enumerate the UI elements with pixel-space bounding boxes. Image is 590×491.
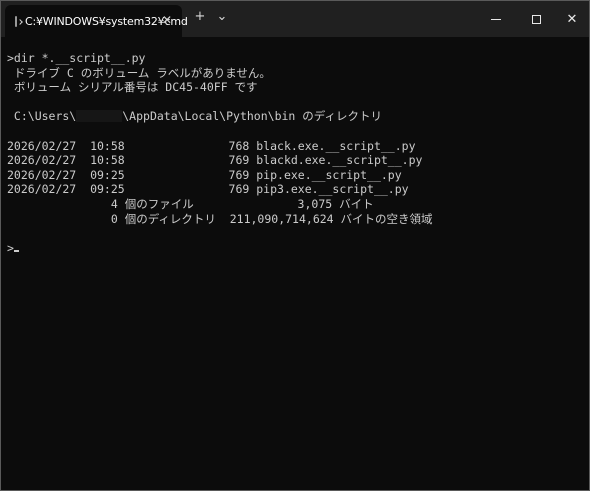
close-icon: ✕ bbox=[566, 11, 578, 27]
close-button[interactable]: ✕ bbox=[553, 1, 589, 37]
serial-number-line: ボリューム シリアル番号は DC45-40FF です bbox=[7, 80, 258, 95]
maximize-icon bbox=[531, 14, 541, 24]
new-tab-button[interactable]: + bbox=[190, 9, 210, 25]
file-row: 2026/02/27 10:58 768 black.exe.__script_… bbox=[7, 138, 416, 153]
chevron-down-icon[interactable]: ⌄ bbox=[212, 9, 232, 25]
file-row: 2026/02/27 09:25 769 pip3.exe.__script__… bbox=[7, 182, 409, 197]
minimize-button[interactable] bbox=[477, 1, 515, 37]
terminal-output[interactable]: >dir *.__script__.py ドライブ C のボリューム ラベルがあ… bbox=[7, 51, 585, 486]
directory-line: C:\Users\ \AppData\Local\Python\bin のディレク… bbox=[7, 109, 585, 124]
command-line: >dir *.__script__.py bbox=[7, 51, 146, 65]
file-summary: 4 個のファイル 3,075 バイト bbox=[7, 196, 374, 211]
terminal-window: C:¥WINDOWS¥system32¥cmd ✕ + ⌄ ✕ >dir *._… bbox=[0, 0, 590, 491]
prompt: > bbox=[7, 240, 14, 255]
minimize-icon bbox=[491, 18, 501, 20]
title-bar[interactable]: C:¥WINDOWS¥system32¥cmd ✕ + ⌄ ✕ bbox=[1, 1, 589, 37]
dir-summary: 0 個のディレクトリ 211,090,714,624 バイトの空き領域 bbox=[7, 211, 433, 226]
directory-prefix: C:\Users\ bbox=[7, 109, 77, 124]
tab-close-icon[interactable]: ✕ bbox=[162, 14, 172, 26]
prompt-line[interactable]: > bbox=[7, 241, 585, 256]
file-row: 2026/02/27 10:58 769 blackd.exe.__script… bbox=[7, 153, 423, 168]
text-cursor bbox=[13, 249, 19, 252]
directory-suffix: \AppData\Local\Python\bin のディレクトリ bbox=[122, 109, 382, 124]
file-row: 2026/02/27 09:25 769 pip.exe.__script__.… bbox=[7, 167, 402, 182]
volume-label-line: ドライブ C のボリューム ラベルがありません。 bbox=[7, 65, 271, 80]
maximize-button[interactable] bbox=[517, 1, 555, 37]
cmd-icon bbox=[15, 15, 17, 27]
redacted-username bbox=[76, 110, 123, 123]
tab-cmd[interactable]: C:¥WINDOWS¥system32¥cmd ✕ bbox=[5, 5, 188, 37]
